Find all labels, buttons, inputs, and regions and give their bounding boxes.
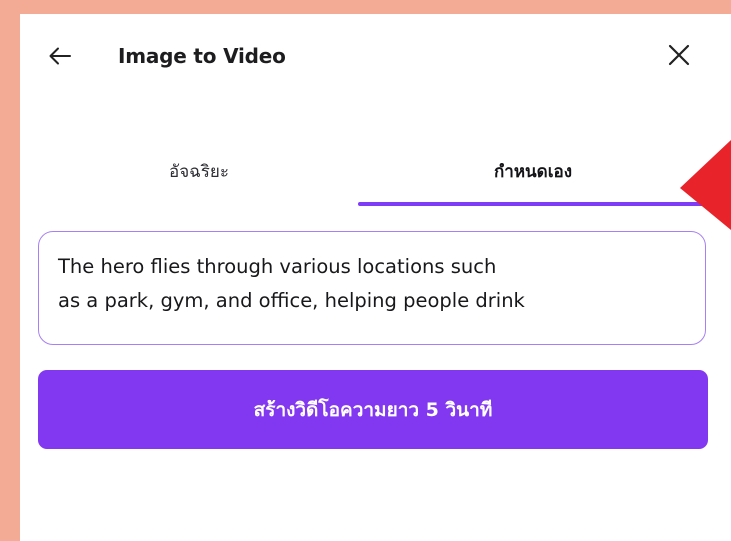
panel-title: Image to Video	[118, 44, 286, 68]
arrow-left-icon	[49, 47, 71, 65]
red-pointer-arrow-icon	[680, 140, 731, 230]
close-icon	[668, 44, 690, 66]
tab-custom[interactable]: กำหนดเอง	[358, 134, 708, 206]
tab-custom-label: กำหนดเอง	[493, 162, 573, 182]
prompt-textarea[interactable]: The hero flies through various locations…	[38, 231, 706, 345]
active-tab-indicator	[358, 202, 710, 206]
prompt-line: as a park, gym, and office, helping peop…	[58, 289, 525, 312]
back-button[interactable]	[44, 40, 76, 72]
image-to-video-panel: Image to Video อัจฉริยะ กำหนดเอง The her…	[20, 14, 731, 541]
generate-video-button[interactable]: สร้างวิดีโอความยาว 5 วินาที	[38, 370, 708, 449]
close-button[interactable]	[662, 38, 696, 72]
panel-header: Image to Video	[20, 14, 731, 94]
tab-magic-label: อัจฉริยะ	[169, 162, 229, 182]
prompt-line: The hero flies through various locations…	[58, 255, 497, 278]
mode-tabs: อัจฉริยะ กำหนดเอง	[20, 134, 731, 208]
tab-magic[interactable]: อัจฉริยะ	[40, 134, 358, 206]
generate-video-label: สร้างวิดีโอความยาว 5 วินาที	[253, 398, 493, 421]
